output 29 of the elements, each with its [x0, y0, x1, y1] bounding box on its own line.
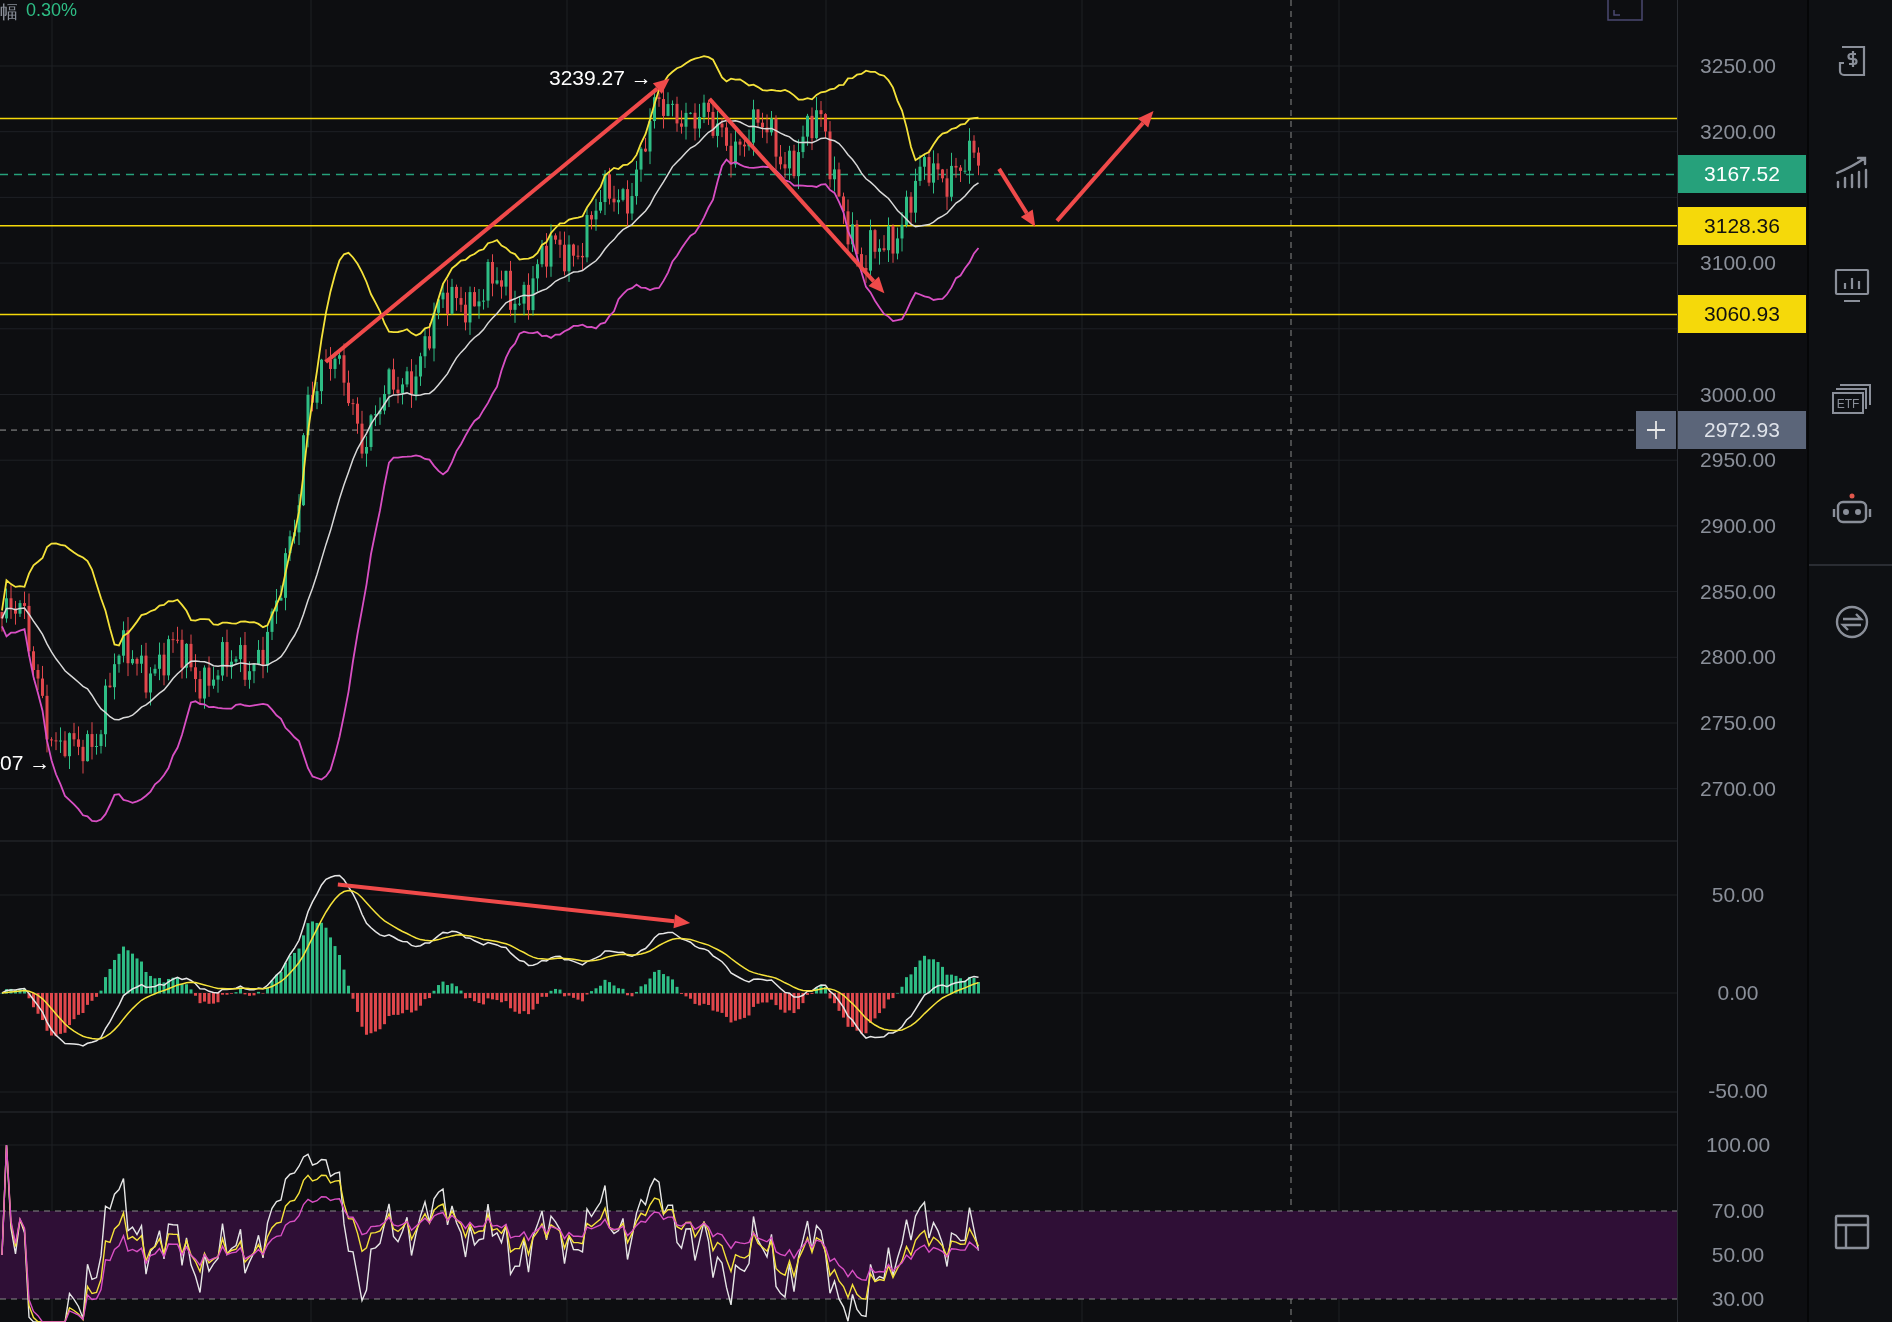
- change-label: 幅: [0, 1, 18, 24]
- price-annotation: 07 →: [0, 751, 51, 775]
- price-tick: 3000.00: [1699, 381, 1777, 408]
- rsi-tick: 30.00: [1710, 1286, 1766, 1312]
- price-tick: 2750.00: [1699, 710, 1777, 736]
- price-tag: 2972.93: [1678, 411, 1806, 450]
- price-tag: 3128.36: [1678, 206, 1806, 245]
- macd-tick: 0.00: [1716, 980, 1760, 1006]
- price-tick: 3100.00: [1699, 250, 1777, 277]
- add-alert-button[interactable]: [1636, 411, 1676, 450]
- price-tick: 3200.00: [1699, 118, 1777, 145]
- price-tick: 2850.00: [1699, 578, 1777, 605]
- price-tag: 3060.93: [1678, 295, 1806, 334]
- change-value: 0.30%: [26, 0, 78, 22]
- macd-tick: 50.00: [1710, 882, 1766, 908]
- price-tick: 3250.00: [1699, 53, 1777, 79]
- price-annotation: 3239.27 →: [549, 66, 652, 90]
- price-tick: 2800.00: [1699, 644, 1777, 671]
- trend-arrow: [997, 167, 1036, 227]
- rsi-tick: 50.00: [1710, 1242, 1766, 1268]
- rsi-tick: 100.00: [1704, 1132, 1772, 1158]
- rsi-tick: 70.00: [1710, 1198, 1766, 1224]
- price-tick: 2700.00: [1699, 775, 1777, 802]
- layout-icon[interactable]: [1832, 1212, 1872, 1252]
- macd-tick: -50.00: [1707, 1078, 1769, 1104]
- price-tag: 3167.52: [1678, 155, 1806, 194]
- price-tick: 2950.00: [1699, 447, 1777, 474]
- price-tick: 2900.00: [1699, 512, 1777, 539]
- plus-icon: [1646, 420, 1666, 441]
